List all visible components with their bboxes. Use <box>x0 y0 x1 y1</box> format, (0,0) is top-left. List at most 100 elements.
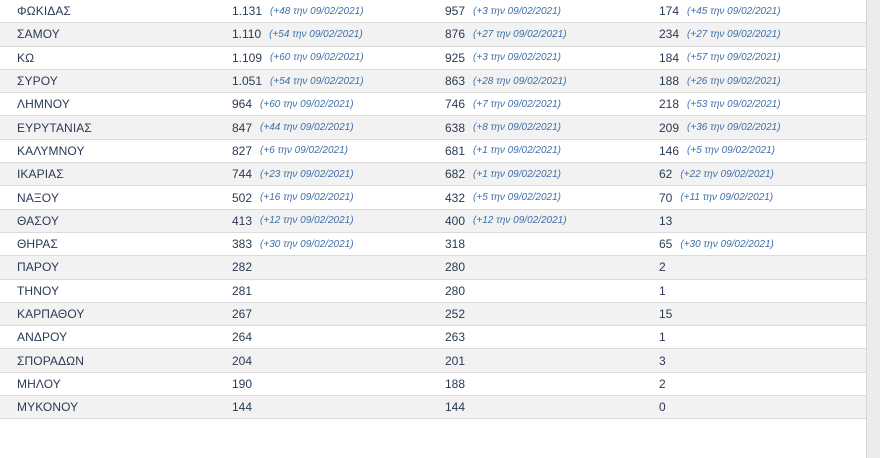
region-cell: ΚΑΛΥΜΝΟΥ <box>17 140 85 162</box>
region-cell: ΘΗΡΑΣ <box>17 233 58 255</box>
second-metric-value: 280 <box>445 260 466 275</box>
region-name: ΛΗΜΝΟΥ <box>17 97 70 112</box>
third-metric-value: 1 <box>659 330 666 345</box>
total-cases-value: 827 <box>232 143 253 158</box>
third-metric-cell: 209 (+36 την 09/02/2021) <box>659 116 781 138</box>
region-cell: ΝΑΞΟΥ <box>17 186 59 208</box>
third-metric-value: 13 <box>659 213 673 228</box>
region-cell: ΚΑΡΠΑΘΟΥ <box>17 303 85 325</box>
total-cases-cell: 1.110 (+54 την 09/02/2021) <box>232 23 363 45</box>
region-name: ΘΑΣΟΥ <box>17 213 59 228</box>
total-cases-change: (+16 την 09/02/2021) <box>260 192 354 204</box>
third-metric-value: 65 <box>659 237 673 252</box>
total-cases-value: 264 <box>232 330 253 345</box>
third-metric-change: (+53 την 09/02/2021) <box>687 98 781 110</box>
table-row: ΠΑΡΟΥ 282 280 2 <box>0 256 866 280</box>
third-metric-change: (+45 την 09/02/2021) <box>687 5 781 17</box>
second-metric-value: 144 <box>445 400 466 415</box>
second-metric-cell: 252 <box>445 303 473 325</box>
second-metric-cell: 638 (+8 την 09/02/2021) <box>445 116 561 138</box>
third-metric-cell: 0 <box>659 396 674 418</box>
second-metric-value: 201 <box>445 353 466 368</box>
third-metric-value: 1 <box>659 283 666 298</box>
second-metric-value: 432 <box>445 190 466 205</box>
total-cases-value: 744 <box>232 167 253 182</box>
total-cases-cell: 204 <box>232 349 260 371</box>
second-metric-change: (+12 την 09/02/2021) <box>473 215 567 227</box>
second-metric-change: (+1 την 09/02/2021) <box>473 168 561 180</box>
third-metric-cell: 218 (+53 την 09/02/2021) <box>659 93 781 115</box>
third-metric-change: (+22 την 09/02/2021) <box>680 168 774 180</box>
second-metric-value: 188 <box>445 376 466 391</box>
total-cases-cell: 827 (+6 την 09/02/2021) <box>232 140 348 162</box>
third-metric-cell: 1 <box>659 280 674 302</box>
total-cases-change: (+30 την 09/02/2021) <box>260 238 354 250</box>
third-metric-cell: 3 <box>659 349 674 371</box>
third-metric-cell: 70 (+11 την 09/02/2021) <box>659 186 773 208</box>
table-row: ΙΚΑΡΙΑΣ 744 (+23 την 09/02/2021) 682 (+1 την… <box>0 163 866 187</box>
third-metric-cell: 2 <box>659 256 674 278</box>
region-name: ΚΑΡΠΑΘΟΥ <box>17 307 85 321</box>
second-metric-change: (+7 την 09/02/2021) <box>473 98 561 110</box>
total-cases-cell: 847 (+44 την 09/02/2021) <box>232 116 354 138</box>
third-metric-cell: 13 <box>659 210 680 232</box>
third-metric-change: (+26 την 09/02/2021) <box>687 75 781 87</box>
table-row: ΜΥΚΟΝΟΥ 144 144 0 <box>0 396 866 420</box>
second-metric-value: 318 <box>445 237 466 252</box>
total-cases-change: (+60 την 09/02/2021) <box>270 52 364 64</box>
total-cases-cell: 964 (+60 την 09/02/2021) <box>232 93 354 115</box>
second-metric-value: 263 <box>445 330 466 345</box>
total-cases-change: (+48 την 09/02/2021) <box>270 5 364 17</box>
second-metric-cell: 746 (+7 την 09/02/2021) <box>445 93 561 115</box>
third-metric-change: (+30 την 09/02/2021) <box>680 238 774 250</box>
table-row: ΦΩΚΙΔΑΣ 1.131 (+48 την 09/02/2021) 957 (+3 τ… <box>0 0 866 24</box>
region-name: ΦΩΚΙΔΑΣ <box>17 4 72 19</box>
total-cases-change: (+6 την 09/02/2021) <box>260 145 348 157</box>
second-metric-cell: 201 <box>445 349 473 371</box>
total-cases-value: 282 <box>232 260 253 275</box>
third-metric-value: 188 <box>659 74 680 89</box>
second-metric-cell: 957 (+3 την 09/02/2021) <box>445 0 561 22</box>
second-metric-change: (+27 την 09/02/2021) <box>473 28 567 40</box>
third-metric-value: 2 <box>659 376 666 391</box>
second-metric-cell: 144 <box>445 396 473 418</box>
total-cases-cell: 1.109 (+60 την 09/02/2021) <box>232 47 364 69</box>
third-metric-value: 218 <box>659 97 680 112</box>
region-name: ΕΥΡΥΤΑΝΙΑΣ <box>17 120 92 135</box>
total-cases-change: (+60 την 09/02/2021) <box>260 98 354 110</box>
total-cases-cell: 744 (+23 την 09/02/2021) <box>232 163 354 185</box>
third-metric-cell: 1 <box>659 326 674 348</box>
total-cases-cell: 413 (+12 την 09/02/2021) <box>232 210 354 232</box>
table-row: ΚΑΛΥΜΝΟΥ 827 (+6 την 09/02/2021) 681 (+1 την… <box>0 139 866 164</box>
second-metric-value: 746 <box>445 97 466 112</box>
third-metric-change: (+36 την 09/02/2021) <box>687 122 781 134</box>
second-metric-cell: 681 (+1 την 09/02/2021) <box>445 140 561 162</box>
total-cases-value: 1.051 <box>232 74 263 89</box>
table-row: ΣΑΜΟΥ 1.110 (+54 την 09/02/2021) 876 (+27 τη… <box>0 23 866 47</box>
region-name: ΜΥΚΟΝΟΥ <box>17 400 79 415</box>
total-cases-cell: 1.051 (+54 την 09/02/2021) <box>232 70 364 92</box>
second-metric-change: (+5 την 09/02/2021) <box>473 192 561 204</box>
total-cases-cell: 383 (+30 την 09/02/2021) <box>232 233 354 255</box>
table-row: ΜΗΛΟΥ 190 188 2 <box>0 372 866 397</box>
region-cell: ΜΥΚΟΝΟΥ <box>17 396 78 418</box>
third-metric-value: 209 <box>659 120 680 135</box>
second-metric-value: 682 <box>445 167 466 182</box>
second-metric-value: 638 <box>445 120 466 135</box>
total-cases-value: 281 <box>232 283 253 298</box>
second-metric-change: (+3 την 09/02/2021) <box>473 5 561 17</box>
region-cell: ΚΩ <box>17 47 34 69</box>
second-metric-cell: 188 <box>445 373 473 395</box>
region-cell: ΕΥΡΥΤΑΝΙΑΣ <box>17 116 92 138</box>
second-metric-cell: 863 (+28 την 09/02/2021) <box>445 70 567 92</box>
total-cases-change: (+12 την 09/02/2021) <box>260 215 354 227</box>
total-cases-value: 1.131 <box>232 4 263 19</box>
total-cases-cell: 144 <box>232 396 260 418</box>
second-metric-cell: 280 <box>445 256 473 278</box>
table-row: ΘΑΣΟΥ 413 (+12 την 09/02/2021) 400 (+12 την … <box>0 209 866 233</box>
total-cases-value: 502 <box>232 190 253 205</box>
third-metric-value: 234 <box>659 27 680 42</box>
total-cases-value: 267 <box>232 307 253 321</box>
region-cell: ΛΗΜΝΟΥ <box>17 93 70 115</box>
second-metric-change: (+8 την 09/02/2021) <box>473 122 561 134</box>
